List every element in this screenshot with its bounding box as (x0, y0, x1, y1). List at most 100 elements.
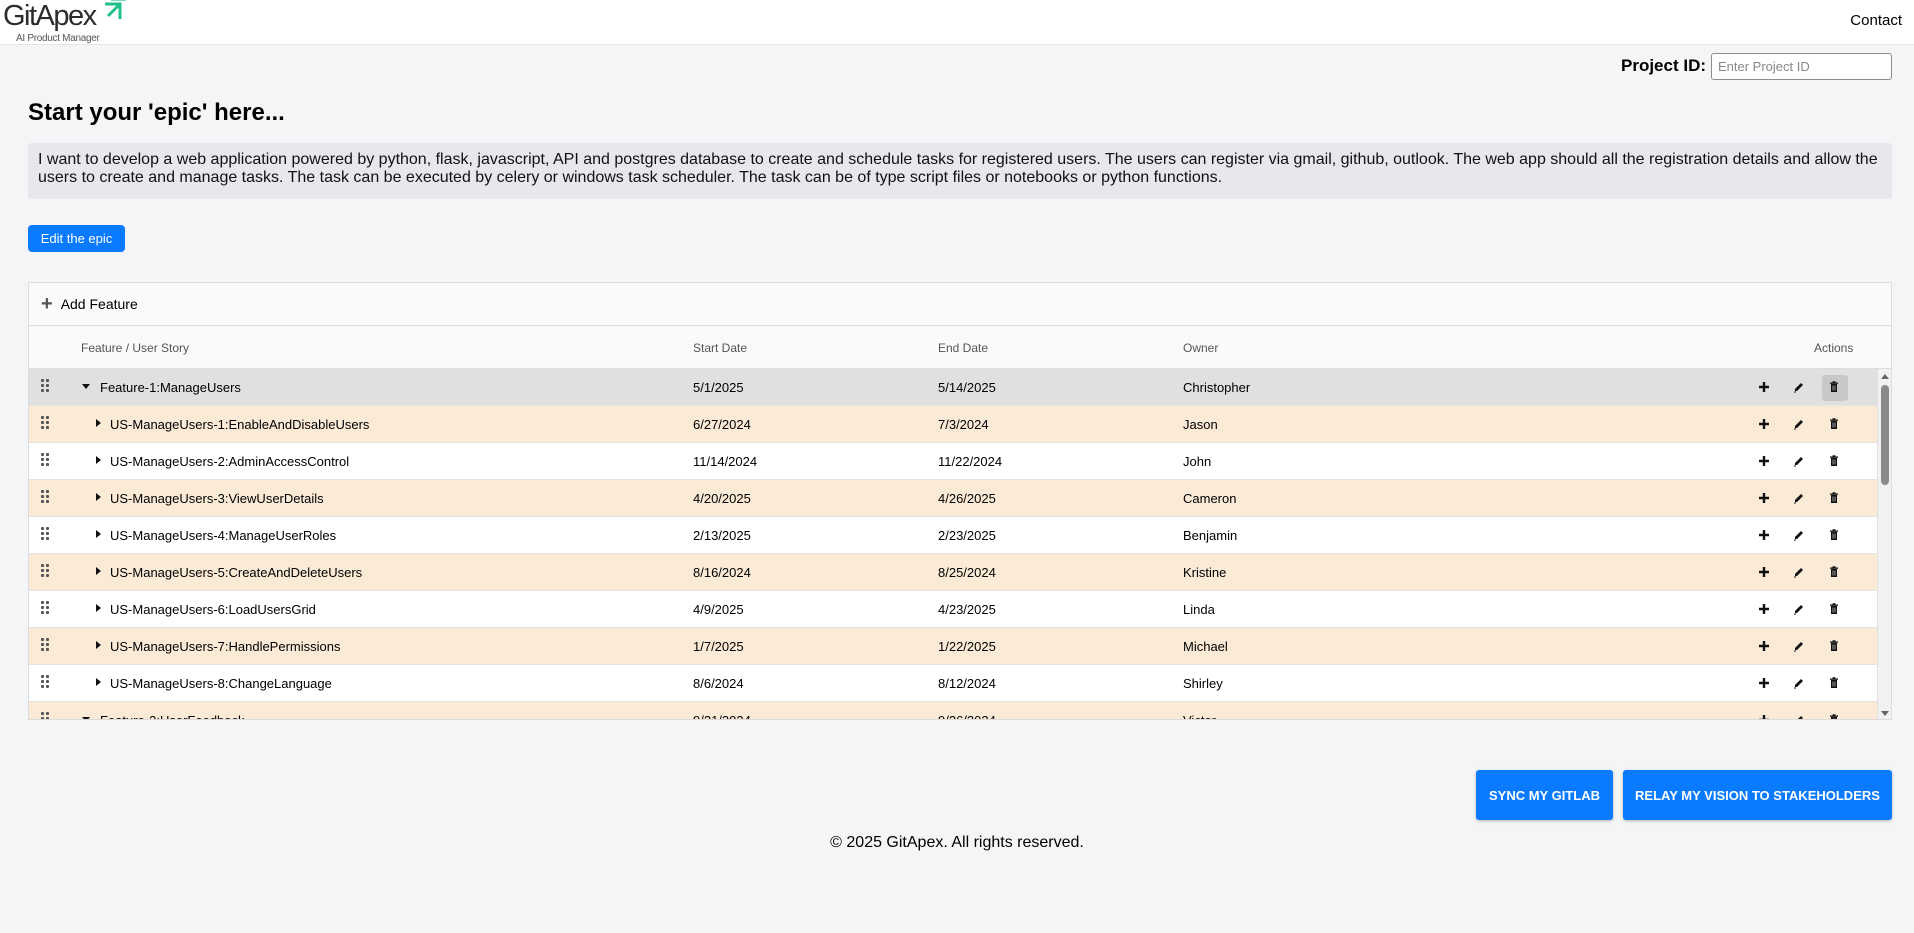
edit-icon (1794, 494, 1803, 504)
caret-right-icon[interactable] (93, 455, 103, 465)
story-name: US-ManageUsers-2:AdminAccessControl (110, 454, 350, 469)
add-child-button[interactable] (1752, 486, 1778, 512)
edit-button[interactable] (1787, 560, 1813, 586)
caret-right-icon[interactable] (93, 603, 103, 613)
caret-right-icon[interactable] (93, 677, 103, 687)
drag-handle-icon[interactable] (41, 490, 51, 506)
story-row[interactable]: US-ManageUsers-7:HandlePermissions 1/7/20… (29, 628, 1877, 665)
edit-button[interactable] (1787, 634, 1813, 660)
drag-handle-icon[interactable] (41, 675, 51, 691)
owner-name: Jason (1183, 417, 1218, 432)
caret-right-icon[interactable] (93, 492, 103, 502)
delete-button[interactable] (1822, 560, 1848, 586)
delete-button[interactable] (1822, 375, 1848, 401)
edit-button[interactable] (1787, 375, 1813, 401)
scroll-thumb[interactable] (1881, 385, 1889, 485)
caret-down-icon[interactable] (81, 381, 91, 391)
add-child-icon (1759, 715, 1769, 719)
add-child-button[interactable] (1752, 560, 1778, 586)
story-row[interactable]: US-ManageUsers-6:LoadUsersGrid 4/9/2025 4/… (29, 591, 1877, 628)
caret-right-icon[interactable] (93, 418, 103, 428)
add-child-button[interactable] (1752, 375, 1778, 401)
scroll-up-icon[interactable] (1880, 372, 1890, 382)
delete-button[interactable] (1822, 449, 1848, 475)
add-child-button[interactable] (1752, 671, 1778, 697)
end-date: 1/22/2025 (938, 639, 996, 654)
add-child-button[interactable] (1752, 449, 1778, 475)
feature-name: Feature-2:UserFeedback (100, 713, 245, 719)
feature-row[interactable]: Feature-1:ManageUsers 5/1/2025 5/14/2025 Ch… (29, 369, 1877, 406)
edit-icon (1798, 716, 1803, 719)
edit-button[interactable] (1787, 523, 1813, 549)
end-date: 5/14/2025 (938, 380, 996, 395)
delete-button[interactable] (1822, 412, 1848, 438)
caret-right-icon[interactable] (93, 529, 103, 539)
drag-handle-icon[interactable] (41, 527, 51, 543)
edit-button[interactable] (1787, 671, 1813, 697)
drag-handle-icon[interactable] (41, 638, 51, 654)
end-date: 2/23/2025 (938, 528, 996, 543)
project-id-input[interactable] (1711, 53, 1892, 80)
relay-vision-button[interactable]: RELAY MY VISION TO STAKEHOLDERS (1623, 770, 1892, 820)
column-header-owner[interactable]: Owner (1183, 341, 1218, 355)
caret-right-icon[interactable] (93, 566, 103, 576)
grid-scrollbar[interactable] (1877, 369, 1891, 719)
delete-button[interactable] (1822, 708, 1848, 719)
delete-button[interactable] (1822, 597, 1848, 623)
delete-button[interactable] (1822, 486, 1848, 512)
edit-button[interactable] (1787, 708, 1813, 719)
add-feature-button[interactable]: + Add Feature (29, 283, 1891, 326)
delete-button[interactable] (1822, 523, 1848, 549)
delete-button[interactable] (1822, 634, 1848, 660)
add-child-button[interactable] (1752, 597, 1778, 623)
start-date: 8/6/2024 (693, 676, 744, 691)
drag-handle-icon[interactable] (41, 453, 51, 469)
edit-icon (1794, 420, 1803, 430)
story-row[interactable]: US-ManageUsers-8:ChangeLanguage 8/6/2024 8… (29, 665, 1877, 702)
add-child-button[interactable] (1752, 708, 1778, 719)
end-date: 8/25/2024 (938, 565, 996, 580)
add-child-button[interactable] (1752, 634, 1778, 660)
edit-icon (1794, 605, 1803, 615)
edit-button[interactable] (1787, 449, 1813, 475)
column-header-feature[interactable]: Feature / User Story (81, 341, 189, 355)
scroll-down-icon[interactable] (1880, 708, 1890, 718)
drag-handle-icon[interactable] (41, 416, 51, 432)
edit-epic-button[interactable]: Edit the epic (28, 225, 125, 252)
drag-handle-icon[interactable] (41, 379, 51, 395)
edit-button[interactable] (1787, 412, 1813, 438)
caret-down-icon[interactable] (81, 714, 91, 719)
delete-icon (1830, 603, 1838, 614)
logo[interactable]: GitApex AI Product Manager (0, 0, 132, 45)
sync-gitlab-button[interactable]: SYNC MY GITLAB (1476, 770, 1613, 820)
add-child-icon (1759, 419, 1769, 429)
start-date: 5/1/2025 (693, 380, 744, 395)
story-row[interactable]: US-ManageUsers-4:ManageUserRoles 2/13/202… (29, 517, 1877, 554)
drag-handle-icon[interactable] (41, 601, 51, 617)
story-row[interactable]: US-ManageUsers-1:EnableAndDisableUsers 6/… (29, 406, 1877, 443)
column-header-end-date[interactable]: End Date (938, 341, 988, 355)
story-row[interactable]: US-ManageUsers-2:AdminAccessControl 11/14… (29, 443, 1877, 480)
edit-icon (1794, 568, 1803, 578)
add-child-button[interactable] (1752, 412, 1778, 438)
feature-row[interactable]: Feature-2:UserFeedback 9/21/2024 9/26/2024… (29, 702, 1877, 719)
start-date: 6/27/2024 (693, 417, 751, 432)
end-date: 7/3/2024 (938, 417, 989, 432)
caret-right-icon[interactable] (93, 640, 103, 650)
story-row[interactable]: US-ManageUsers-3:ViewUserDetails 4/20/202… (29, 480, 1877, 517)
feature-name: Feature-1:ManageUsers (100, 380, 241, 395)
delete-button[interactable] (1822, 671, 1848, 697)
start-date: 4/20/2025 (693, 491, 751, 506)
logo-text: GitApex (3, 0, 97, 32)
edit-button[interactable] (1787, 597, 1813, 623)
column-header-start-date[interactable]: Start Date (693, 341, 747, 355)
add-feature-label: Add Feature (60, 296, 138, 312)
drag-handle-icon[interactable] (41, 712, 51, 719)
add-child-button[interactable] (1752, 523, 1778, 549)
story-row[interactable]: US-ManageUsers-5:CreateAndDeleteUsers 8/1… (29, 554, 1877, 591)
delete-icon (1830, 381, 1838, 392)
contact-link[interactable]: Contact (1850, 12, 1902, 29)
edit-button[interactable] (1787, 486, 1813, 512)
drag-handle-icon[interactable] (41, 564, 51, 580)
column-header-actions: Actions (1814, 341, 1854, 355)
